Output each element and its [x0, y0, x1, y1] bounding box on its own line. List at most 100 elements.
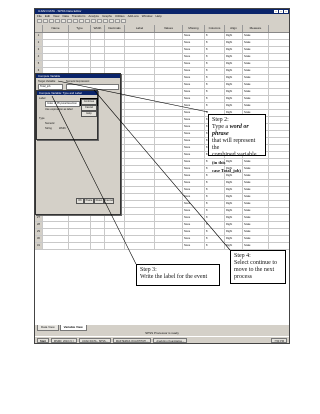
grid-cell[interactable]: 8: [205, 75, 225, 81]
grid-cell[interactable]: None: [183, 68, 205, 74]
grid-cell[interactable]: [125, 103, 155, 109]
grid-cell[interactable]: None: [183, 215, 205, 221]
grid-cell[interactable]: [155, 229, 183, 235]
grid-cell[interactable]: [43, 222, 69, 228]
grid-cell[interactable]: [155, 124, 183, 130]
grid-cell[interactable]: Right: [225, 229, 243, 235]
grid-cell[interactable]: None: [183, 75, 205, 81]
grid-cell[interactable]: 8: [205, 180, 225, 186]
grid-cell[interactable]: None: [183, 201, 205, 207]
grid-cell[interactable]: None: [183, 124, 205, 130]
column-header-align[interactable]: Align: [225, 25, 243, 32]
grid-cell[interactable]: Scale: [243, 229, 269, 235]
grid-cell[interactable]: Scale: [243, 215, 269, 221]
grid-cell[interactable]: [91, 236, 105, 242]
grid-cell[interactable]: [43, 33, 69, 39]
grid-cell[interactable]: [155, 131, 183, 137]
column-header-columns[interactable]: Columns: [205, 25, 225, 32]
ok-button[interactable]: OK: [76, 198, 84, 204]
cancel-button[interactable]: Cancel: [104, 198, 114, 204]
help-button[interactable]: Help: [81, 111, 97, 117]
redo-icon[interactable]: [67, 19, 72, 23]
grid-cell[interactable]: [125, 131, 155, 137]
minimize-icon[interactable]: [274, 10, 278, 13]
grid-cell[interactable]: None: [183, 187, 205, 193]
use-expression-option[interactable]: Use expression as label: [45, 108, 73, 111]
dialog-recall-icon[interactable]: [55, 19, 60, 23]
grid-cell[interactable]: 8: [205, 194, 225, 200]
grid-cell[interactable]: [69, 236, 91, 242]
grid-cell[interactable]: [155, 243, 183, 249]
value-labels-icon[interactable]: [121, 19, 126, 23]
grid-cell[interactable]: None: [183, 229, 205, 235]
grid-cell[interactable]: Right: [225, 75, 243, 81]
close-icon[interactable]: [284, 10, 288, 13]
save-icon[interactable]: [43, 19, 48, 23]
grid-cell[interactable]: [91, 243, 105, 249]
grid-cell[interactable]: Right: [225, 96, 243, 102]
grid-cell[interactable]: [155, 159, 183, 165]
start-button[interactable]: Start: [37, 338, 49, 343]
grid-cell[interactable]: [105, 243, 125, 249]
grid-cell[interactable]: Right: [225, 194, 243, 200]
weight-cases-icon[interactable]: [109, 19, 114, 23]
grid-cell[interactable]: Right: [225, 236, 243, 242]
row-number[interactable]: 29: [35, 229, 43, 235]
row-number[interactable]: 4: [35, 54, 43, 60]
column-header-measure[interactable]: Measure: [243, 25, 269, 32]
grid-cell[interactable]: Scale: [243, 47, 269, 53]
table-row[interactable]: 30 None 8 Right Scale: [35, 236, 289, 243]
grid-cell[interactable]: None: [183, 61, 205, 67]
row-number[interactable]: 30: [35, 236, 43, 242]
grid-cell[interactable]: [155, 61, 183, 67]
grid-cell[interactable]: [105, 229, 125, 235]
grid-cell[interactable]: 8: [205, 208, 225, 214]
grid-cell[interactable]: [69, 61, 91, 67]
row-number[interactable]: 1: [35, 33, 43, 39]
grid-cell[interactable]: 8: [205, 243, 225, 249]
grid-cell[interactable]: 8: [205, 187, 225, 193]
grid-cell[interactable]: [125, 194, 155, 200]
column-header-width[interactable]: Width: [91, 25, 105, 32]
grid-cell[interactable]: [125, 68, 155, 74]
undo-icon[interactable]: [61, 19, 66, 23]
grid-cell[interactable]: [155, 236, 183, 242]
column-header-values[interactable]: Values: [155, 25, 183, 32]
grid-cell[interactable]: [69, 229, 91, 235]
row-number[interactable]: 28: [35, 222, 43, 228]
row-number[interactable]: 5: [35, 61, 43, 67]
grid-cell[interactable]: None: [183, 110, 205, 116]
grid-cell[interactable]: [125, 54, 155, 60]
grid-cell[interactable]: [155, 194, 183, 200]
grid-cell[interactable]: None: [183, 152, 205, 158]
grid-cell[interactable]: [125, 180, 155, 186]
grid-cell[interactable]: 8: [205, 236, 225, 242]
paste-button[interactable]: Paste: [84, 198, 94, 204]
grid-cell[interactable]: [69, 47, 91, 53]
grid-cell[interactable]: [43, 54, 69, 60]
grid-cell[interactable]: 8: [205, 47, 225, 53]
grid-cell[interactable]: 8: [205, 40, 225, 46]
grid-cell[interactable]: 8: [205, 215, 225, 221]
grid-cell[interactable]: [91, 215, 105, 221]
table-row[interactable]: 5 None 8 Right Scale: [35, 61, 289, 68]
grid-cell[interactable]: [125, 138, 155, 144]
grid-cell[interactable]: 8: [205, 82, 225, 88]
grid-cell[interactable]: [105, 222, 125, 228]
column-header-missing[interactable]: Missing: [183, 25, 205, 32]
grid-cell[interactable]: [105, 33, 125, 39]
grid-cell[interactable]: [43, 61, 69, 67]
grid-cell[interactable]: Scale: [243, 75, 269, 81]
grid-cell[interactable]: 8: [205, 61, 225, 67]
taskbar-item[interactable]: MAKTEMAS QUANTITATI...: [112, 338, 152, 343]
grid-cell[interactable]: [43, 243, 69, 249]
numeric-option[interactable]: Numeric: [45, 122, 55, 125]
grid-cell[interactable]: None: [183, 103, 205, 109]
grid-cell[interactable]: None: [183, 82, 205, 88]
table-row[interactable]: 3 None 8 Right Scale: [35, 47, 289, 54]
find-icon[interactable]: [85, 19, 90, 23]
grid-cell[interactable]: None: [183, 138, 205, 144]
grid-cell[interactable]: None: [183, 236, 205, 242]
column-header-type[interactable]: Type: [69, 25, 91, 32]
maximize-icon[interactable]: [279, 10, 283, 13]
